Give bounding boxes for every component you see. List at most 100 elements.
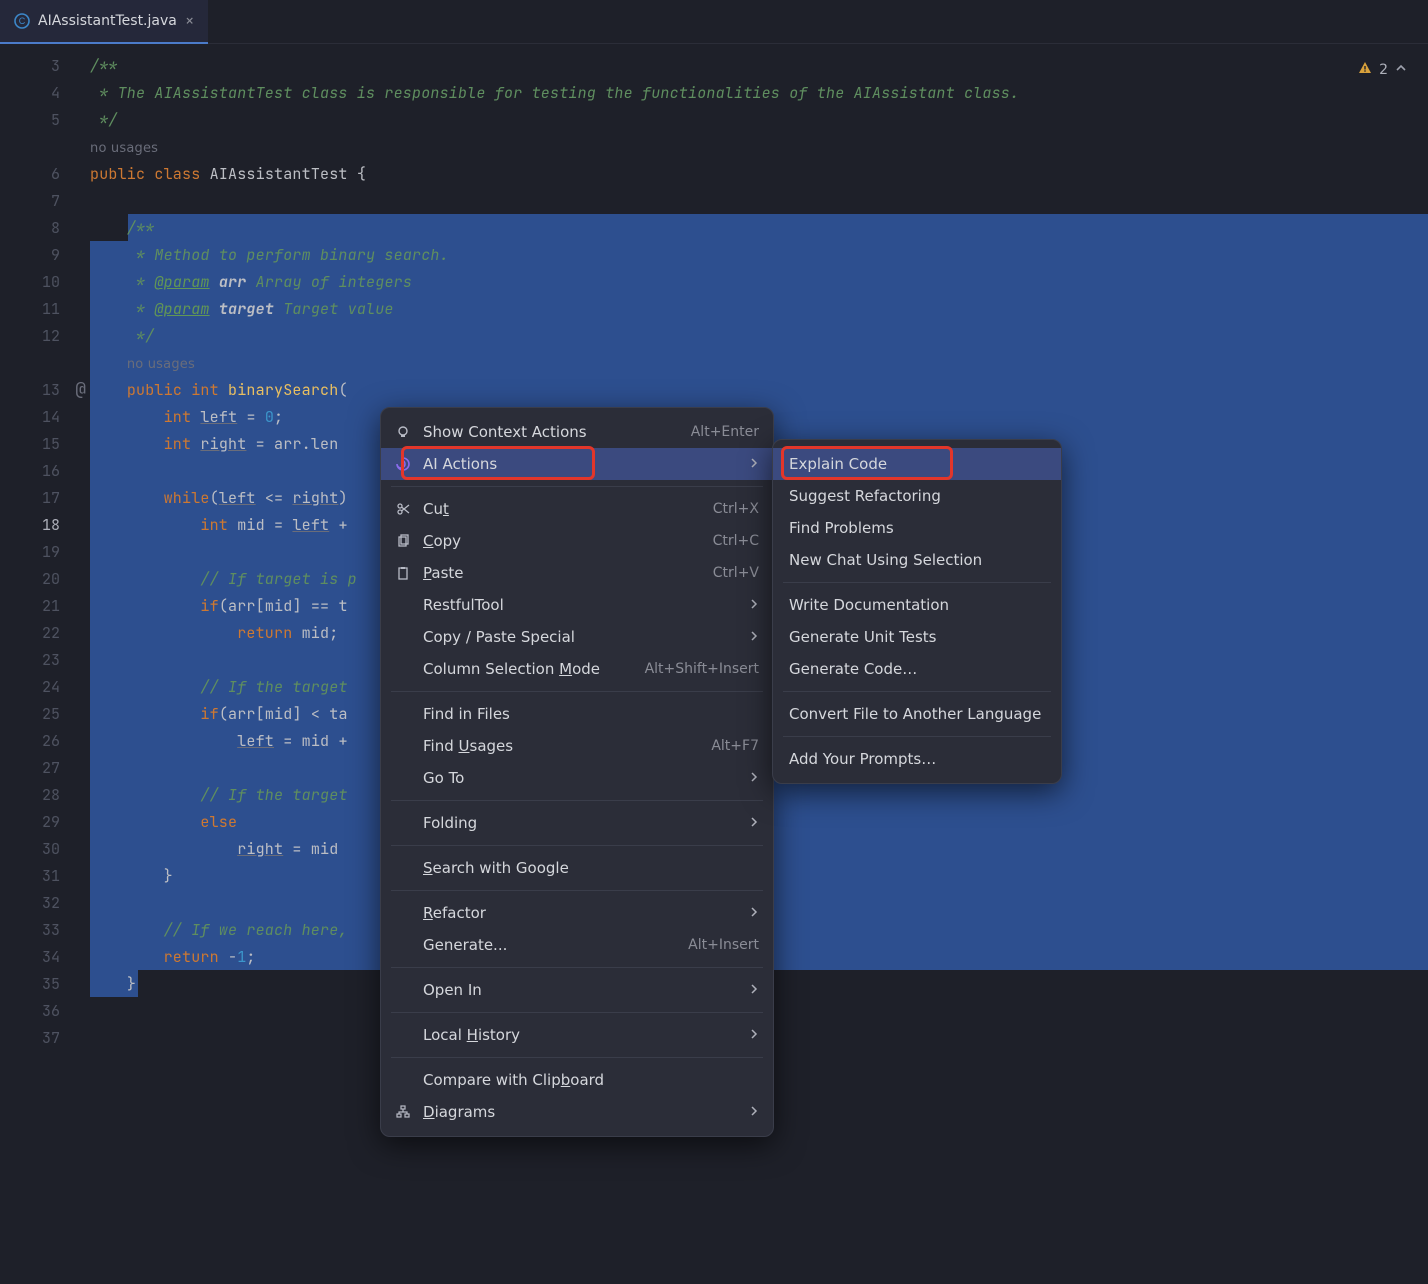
menu-separator — [391, 800, 763, 801]
svg-text:C: C — [19, 16, 26, 26]
code-line[interactable]: */ — [90, 106, 1428, 133]
menu-item-open-in[interactable]: Open In — [381, 974, 773, 1006]
menu-item-folding[interactable]: Folding — [381, 807, 773, 839]
submenu-item-generate-unit-tests[interactable]: Generate Unit Tests — [773, 621, 1061, 653]
gutter-line: 25 — [0, 700, 90, 727]
code-line[interactable]: /** — [90, 52, 1428, 79]
chevron-right-icon — [749, 906, 759, 920]
submenu-item-add-your-prompts[interactable]: Add Your Prompts… — [773, 743, 1061, 775]
menu-item-label: Find in Files — [423, 705, 759, 723]
gutter-line: 34 — [0, 943, 90, 970]
menu-separator — [783, 736, 1051, 737]
submenu-item-new-chat-using-selection[interactable]: New Chat Using Selection — [773, 544, 1061, 576]
shortcut: Alt+Insert — [688, 937, 759, 953]
menu-item-search-with-google[interactable]: Search with Google — [381, 852, 773, 884]
chevron-right-icon — [749, 983, 759, 997]
menu-item-refactor[interactable]: Refactor — [381, 897, 773, 929]
menu-item-generate[interactable]: Generate...Alt+Insert — [381, 929, 773, 961]
menu-item-local-history[interactable]: Local History — [381, 1019, 773, 1051]
menu-item-ai-actions[interactable]: AI Actions — [381, 448, 773, 480]
menu-item-label: Find Usages — [423, 737, 701, 755]
menu-item-diagrams[interactable]: Diagrams — [381, 1096, 773, 1128]
submenu-item-find-problems[interactable]: Find Problems — [773, 512, 1061, 544]
menu-item-label: New Chat Using Selection — [789, 551, 1045, 569]
menu-item-paste[interactable]: PasteCtrl+V — [381, 557, 773, 589]
gutter-line: 30 — [0, 835, 90, 862]
menu-item-find-in-files[interactable]: Find in Files — [381, 698, 773, 730]
menu-item-column-selection-mode[interactable]: Column Selection ModeAlt+Shift+Insert — [381, 653, 773, 685]
gutter-line: 16 — [0, 457, 90, 484]
submenu-item-convert-file-to-another-language[interactable]: Convert File to Another Language — [773, 698, 1061, 730]
gutter-line: 20 — [0, 565, 90, 592]
menu-item-label: RestfulTool — [423, 596, 739, 614]
ai-actions-submenu: Explain Code Suggest Refactoring Find Prob… — [772, 439, 1062, 784]
code-line[interactable]: /** — [90, 214, 1428, 241]
menu-item-compare-with-clipboard[interactable]: Compare with Clipboard — [381, 1064, 773, 1096]
gutter-line: 21 — [0, 592, 90, 619]
gutter-line: 35 — [0, 970, 90, 997]
submenu-item-write-documentation[interactable]: Write Documentation — [773, 589, 1061, 621]
gutter-line: 33 — [0, 916, 90, 943]
gutter-line: 11 — [0, 295, 90, 322]
code-line[interactable]: */ — [90, 322, 1428, 349]
gutter-line: 12 — [0, 322, 90, 349]
code-line[interactable]: public int binarySearch( — [90, 376, 1428, 403]
close-icon[interactable]: × — [185, 10, 195, 31]
menu-item-cut[interactable]: CutCtrl+X — [381, 493, 773, 525]
editor: 345678910111213@141516171819202122232425… — [0, 44, 1428, 1282]
menu-item-copy-paste-special[interactable]: Copy / Paste Special — [381, 621, 773, 653]
gutter-line: 17 — [0, 484, 90, 511]
menu-item-label: Diagrams — [423, 1103, 739, 1121]
gutter-line: 14 — [0, 403, 90, 430]
submenu-item-generate-code[interactable]: Generate Code… — [773, 653, 1061, 685]
menu-item-label: Find Problems — [789, 519, 1045, 537]
gutter-line: 5 — [0, 106, 90, 133]
spiral-icon — [395, 456, 413, 472]
gutter: 345678910111213@141516171819202122232425… — [0, 44, 90, 1282]
paste-icon — [395, 565, 413, 581]
menu-item-show-context-actions[interactable]: Show Context Actions Alt+Enter — [381, 416, 773, 448]
submenu-item-suggest-refactoring[interactable]: Suggest Refactoring — [773, 480, 1061, 512]
menu-item-label: Suggest Refactoring — [789, 487, 1045, 505]
menu-item-label: Copy — [423, 532, 703, 550]
chevron-right-icon — [749, 1105, 759, 1119]
chevron-right-icon — [749, 598, 759, 612]
code-line[interactable]: public class AIAssistantTest { — [90, 160, 1428, 187]
gutter-line: 36 — [0, 997, 90, 1024]
submenu-item-explain-code[interactable]: Explain Code — [773, 448, 1061, 480]
tab-title: AIAssistantTest.java — [38, 13, 177, 29]
gutter-line: 4 — [0, 79, 90, 106]
menu-item-label: Copy / Paste Special — [423, 628, 739, 646]
gutter-line: 23 — [0, 646, 90, 673]
menu-separator — [391, 845, 763, 846]
menu-item-label: Refactor — [423, 904, 739, 922]
code-line[interactable]: no usages — [90, 349, 1428, 376]
menu-item-label: Show Context Actions — [423, 423, 681, 441]
shortcut: Alt+Enter — [691, 424, 759, 440]
code-line[interactable]: * The AIAssistantTest class is responsib… — [90, 79, 1428, 106]
menu-item-find-usages[interactable]: Find UsagesAlt+F7 — [381, 730, 773, 762]
menu-item-label: Write Documentation — [789, 596, 1045, 614]
menu-item-label: Cut — [423, 500, 703, 518]
menu-separator — [391, 1057, 763, 1058]
gutter-line: 31 — [0, 862, 90, 889]
gutter-line: 26 — [0, 727, 90, 754]
code-line[interactable]: * Method to perform binary search. — [90, 241, 1428, 268]
code-line[interactable]: * @param target Target value — [90, 295, 1428, 322]
menu-item-label: Local History — [423, 1026, 739, 1044]
copy-icon — [395, 533, 413, 549]
gutter-line: 27 — [0, 754, 90, 781]
menu-item-label: Search with Google — [423, 859, 759, 877]
menu-item-go-to[interactable]: Go To — [381, 762, 773, 794]
code-line[interactable] — [90, 187, 1428, 214]
menu-item-label: Convert File to Another Language — [789, 705, 1045, 723]
file-tab[interactable]: C AIAssistantTest.java × — [0, 0, 208, 44]
tab-bar: C AIAssistantTest.java × — [0, 0, 1428, 44]
menu-item-restfultool[interactable]: RestfulTool — [381, 589, 773, 621]
menu-item-copy[interactable]: CopyCtrl+C — [381, 525, 773, 557]
code-line[interactable]: no usages — [90, 133, 1428, 160]
code-line[interactable]: * @param arr Array of integers — [90, 268, 1428, 295]
menu-item-label: Explain Code — [789, 455, 1045, 473]
gutter-line: 7 — [0, 187, 90, 214]
gutter-line: 24 — [0, 673, 90, 700]
